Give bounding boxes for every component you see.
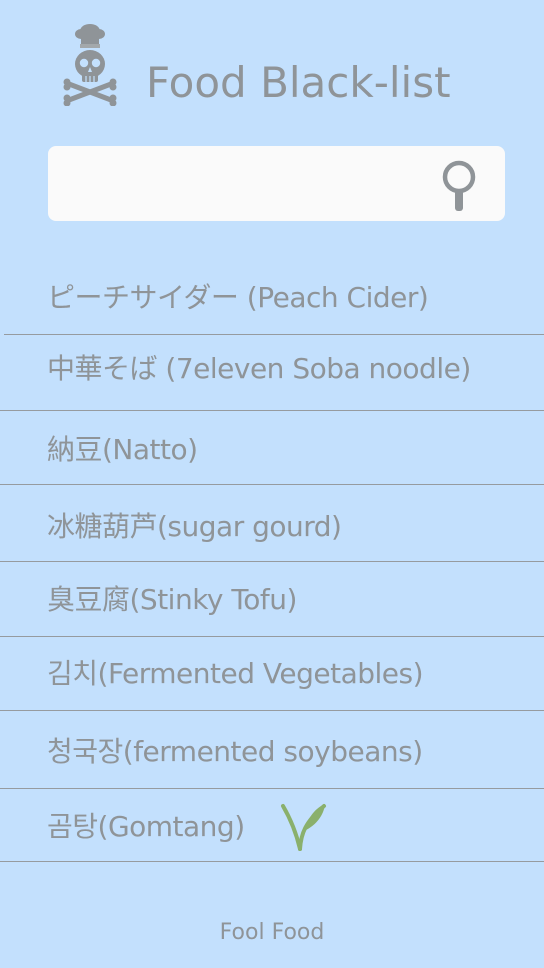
magnifier-icon[interactable] <box>440 159 478 213</box>
list-item-label: 冰糖葫芦(sugar gourd) <box>47 510 342 543</box>
list-item[interactable]: 中華そば (7eleven Soba noodle) <box>0 335 544 410</box>
list-item[interactable]: 臭豆腐(Stinky Tofu) <box>0 562 544 636</box>
list-divider <box>0 861 544 862</box>
footer-text: Fool Food <box>219 920 325 945</box>
page-title: Food Black-list <box>146 58 451 107</box>
list-item-label: 김치(Fermented Vegetables) <box>47 657 424 690</box>
list-item[interactable]: 冰糖葫芦(sugar gourd) <box>0 485 544 561</box>
list-item-label: ピーチサイダー (Peach Cider) <box>47 281 429 314</box>
list-item[interactable]: 納豆(Natto) <box>0 411 544 484</box>
list-item[interactable]: 김치(Fermented Vegetables) <box>0 637 544 710</box>
list-item-label: 納豆(Natto) <box>47 433 198 466</box>
skull-chef-icon <box>63 24 117 106</box>
list-item-label: 臭豆腐(Stinky Tofu) <box>47 583 297 616</box>
list-item-label: 中華そば (7eleven Soba noodle) <box>47 352 471 385</box>
leaf-sprout-icon <box>281 804 326 851</box>
list-item-label: 곰탕(Gomtang) <box>47 810 245 843</box>
search-box[interactable] <box>48 146 505 221</box>
list-item[interactable]: ピーチサイダー (Peach Cider) <box>0 270 544 334</box>
search-input[interactable] <box>62 164 426 204</box>
list-item-label: 청국장(fermented soybeans) <box>47 735 423 768</box>
app-header: Food Black-list <box>0 0 544 140</box>
list-item[interactable]: 청국장(fermented soybeans) <box>0 711 544 788</box>
list-item[interactable]: 곰탕(Gomtang) <box>0 789 544 861</box>
